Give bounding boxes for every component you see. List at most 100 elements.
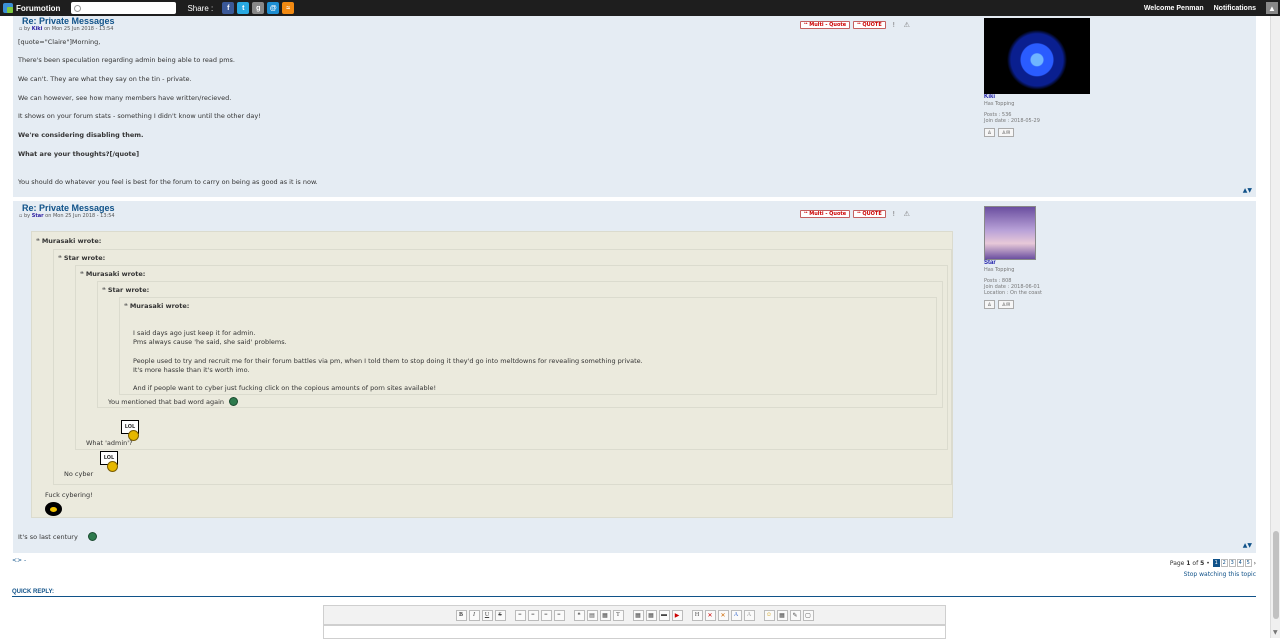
smiley-icon (88, 532, 97, 541)
page-link-1[interactable]: 1 (1212, 559, 1220, 567)
align-left-icon[interactable]: ≡ (514, 609, 526, 621)
profile-icon[interactable]: ♙ (984, 300, 995, 309)
reply-textarea[interactable] (323, 625, 946, 639)
scrollbar-thumb[interactable] (1273, 531, 1279, 619)
message-icon[interactable]: ♙✉ (998, 128, 1014, 137)
image-icon[interactable]: ▦ (599, 609, 611, 621)
scroll-down-icon[interactable]: ▼ (1273, 629, 1278, 636)
font-color-icon[interactable]: A (730, 609, 742, 621)
brand-label: Forumotion (16, 3, 61, 13)
multi-quote-button[interactable]: ❛❛ Multi - Quote (800, 210, 851, 218)
avatar[interactable] (984, 18, 1090, 94)
post-title[interactable]: Re: Private Messages (22, 16, 115, 26)
text-format-icon[interactable]: T (612, 609, 624, 621)
profile-name[interactable]: Star (984, 260, 1104, 267)
font-size-icon[interactable]: A (743, 609, 755, 621)
stop-watching-link[interactable]: Stop watching this topic (1184, 571, 1256, 578)
quote-header: ❝ Star wrote: (58, 254, 106, 262)
email-icon[interactable]: @ (267, 2, 280, 14)
share-label: Share : (187, 3, 214, 13)
post-actions: ❛❛ Multi - Quote ❛❛ QUOTE ! ⚠ (800, 20, 912, 30)
align-center-icon[interactable]: ≡ (527, 609, 539, 621)
quote-text: No cyber (64, 470, 94, 478)
post-nav-arrows[interactable]: ▲▼ (1243, 187, 1252, 194)
italic-button[interactable]: I (468, 609, 480, 621)
heading-icon[interactable]: H (691, 609, 703, 621)
avatar[interactable] (984, 206, 1036, 260)
bold-button[interactable]: B (455, 609, 467, 621)
calendar-icon[interactable]: ▦ (776, 609, 788, 621)
notifications-link[interactable]: Notifications (1214, 5, 1256, 12)
rss-icon[interactable]: ≈ (282, 2, 295, 14)
post-author[interactable]: Kiki (32, 26, 43, 32)
spellcheck-icon[interactable]: ✎ (789, 609, 801, 621)
search-box[interactable] (71, 2, 177, 14)
profile-actions: ♙ ♙✉ (984, 128, 1104, 137)
by-prefix: by (23, 26, 31, 32)
quote-header: ❝ Murasaki wrote: (36, 237, 102, 245)
profile-actions: ♙ ♙✉ (984, 300, 1104, 309)
google-plus-icon[interactable]: g (252, 2, 265, 14)
strike-button[interactable]: S (494, 609, 506, 621)
quote-text: People used to try and recruit me for th… (133, 357, 643, 365)
warn-icon[interactable]: ⚠ (902, 209, 912, 219)
quote-author: Murasaki wrote: (85, 270, 146, 278)
remove-format-icon[interactable]: ✕ (704, 609, 716, 621)
hr-icon[interactable]: ▬ (658, 609, 670, 621)
align-justify-icon[interactable]: ≡ (553, 609, 565, 621)
by-prefix: by (23, 213, 31, 219)
top-toolbar: Forumotion Share : f t g @ ≈ Welcome Pen… (0, 0, 1280, 16)
smiley-icon (229, 397, 238, 406)
welcome-user[interactable]: Welcome Penman (1144, 5, 1204, 12)
page-link-4[interactable]: 4 (1236, 559, 1244, 567)
align-right-icon[interactable]: ≡ (540, 609, 552, 621)
quote-block: ❝ Star wrote: ❝ Murasaki wrote: I said day… (97, 281, 943, 408)
post-byline: ▫ by Star on Mon 25 Jun 2018 - 13:54 (19, 213, 115, 219)
forumotion-logo[interactable]: Forumotion (3, 3, 60, 13)
page-link-5[interactable]: 5 (1244, 559, 1252, 567)
post-nav-arrows[interactable]: ▲▼ (1243, 542, 1252, 549)
scroll-top-icon[interactable]: ▲ (1266, 2, 1278, 14)
quote-header: ❝ Star wrote: (102, 286, 150, 294)
quote-button[interactable]: ❛❛ QUOTE (853, 210, 886, 218)
quote-button[interactable]: ❛❛ QUOTE (853, 21, 886, 29)
quote-label: QUOTE (862, 22, 882, 28)
post-date: on Mon 25 Jun 2018 - 13:54 (43, 26, 114, 32)
underline-button[interactable]: U (481, 609, 493, 621)
next-page-icon[interactable]: › (1254, 560, 1256, 567)
profile-name[interactable]: Kiki (984, 94, 1104, 101)
search-input[interactable] (84, 3, 175, 13)
youtube-icon[interactable]: ▶ (671, 609, 683, 621)
quote-block: ❝ Murasaki wrote: I said days ago just ke… (119, 297, 937, 395)
page-total: 5 (1200, 559, 1205, 567)
source-mode-icon[interactable]: ▢ (802, 609, 814, 621)
multi-quote-button[interactable]: ❛❛ Multi - Quote (800, 21, 851, 29)
page-link-2[interactable]: 2 (1220, 559, 1228, 567)
clear-icon[interactable]: ✕ (717, 609, 729, 621)
post-date: on Mon 25 Jun 2018 - 13:54 (45, 213, 115, 219)
report-icon[interactable]: ! (889, 20, 899, 30)
post-title[interactable]: Re: Private Messages (22, 203, 115, 213)
message-icon[interactable]: ♙✉ (998, 300, 1014, 309)
warn-icon[interactable]: ⚠ (902, 20, 912, 30)
quote-block: ❝ Star wrote: ❝ Murasaki wrote: ❝ Star wrot… (53, 249, 952, 485)
post-body-bold: What are your thoughts?[/quote] (18, 150, 140, 158)
post-body-line: There's been speculation regarding admin… (18, 56, 235, 64)
report-icon[interactable]: ! (889, 209, 899, 219)
quote-block: ❝ Murasaki wrote: ❝ Star wrote: ❝ Murasaki … (31, 231, 953, 518)
table-alt-icon[interactable]: ▦ (645, 609, 657, 621)
emoji-icon[interactable]: ☺ (763, 609, 775, 621)
quote-icon[interactable]: ❝ (573, 609, 585, 621)
facebook-icon[interactable]: f (222, 2, 235, 14)
post-author[interactable]: Star (32, 213, 44, 219)
profile-icon[interactable]: ♙ (984, 128, 995, 137)
table-icon[interactable]: ▦ (632, 609, 644, 621)
topic-nav-arrows[interactable]: <> - (12, 557, 26, 564)
page-link-3[interactable]: 3 (1228, 559, 1236, 567)
quote-author: Star wrote: (107, 286, 150, 294)
multi-quote-label: Multi - Quote (809, 22, 847, 28)
page-scrollbar[interactable]: ▼ (1270, 16, 1280, 638)
twitter-icon[interactable]: t (237, 2, 250, 14)
code-icon[interactable]: ▤ (586, 609, 598, 621)
quote-text: Pms always cause 'he said, she said' pro… (133, 338, 287, 346)
